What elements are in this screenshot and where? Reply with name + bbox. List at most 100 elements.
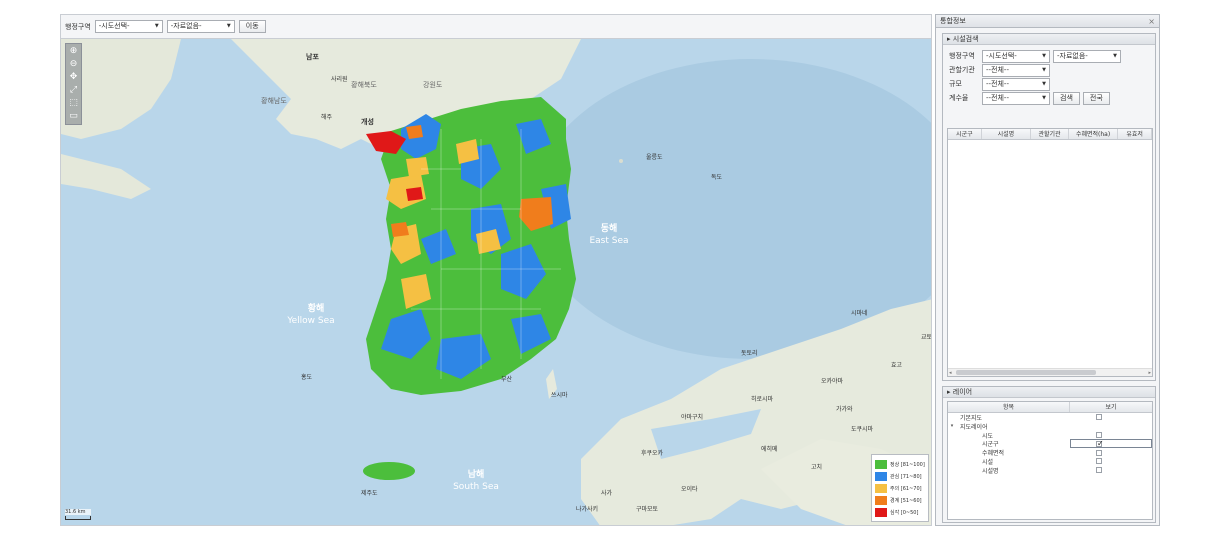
layer-row-facility-name[interactable]: 시설명 — [948, 466, 1152, 475]
form-row-scale: 규모 --전체-- ▼ — [949, 77, 1050, 91]
layer-checkbox[interactable] — [1096, 414, 1102, 421]
column-header[interactable]: 유효저 — [1118, 129, 1152, 139]
scrollbar-thumb[interactable] — [956, 370, 1096, 375]
haeju-label: 해주 — [321, 113, 333, 121]
layer-checkbox[interactable] — [1096, 449, 1102, 456]
agency-select[interactable]: --전체-- ▼ — [982, 63, 1050, 77]
form-row-index: 계수율 --전체-- ▼ 검색 전국 — [949, 91, 1110, 105]
result-table[interactable]: 시군구 시설명 관할기관 수혜면적(ha) 유효저 ◂ ▸ — [947, 128, 1153, 377]
close-icon[interactable]: × — [1148, 17, 1155, 26]
zoom-out-icon[interactable]: ⊖ — [66, 58, 81, 71]
column-header[interactable]: 시설명 — [982, 129, 1032, 139]
layer-name: 수혜면적 — [982, 450, 1005, 458]
map-toolbox: ⊕ ⊖ ✥ ⤢ ⬚ ▭ — [65, 43, 82, 125]
layer-checkbox[interactable] — [1096, 431, 1102, 438]
dokdo-label: 독도 — [711, 174, 723, 181]
japan-label-9: 나가사키 — [576, 505, 598, 513]
legend-swatch — [875, 495, 887, 505]
scale-bar: 31.6 km — [65, 509, 91, 520]
yellow-sea-kr-label: 황해 — [308, 302, 325, 314]
full-extent-icon[interactable]: ⤢ — [66, 84, 81, 97]
legend-item: 관심 [71~80] — [875, 470, 925, 482]
move-button[interactable]: 이동 — [238, 20, 266, 33]
scroll-left-icon[interactable]: ◂ — [949, 369, 952, 376]
layer-checkbox-checked[interactable]: ✓ — [1096, 439, 1104, 447]
pan-icon[interactable]: ✥ — [66, 71, 81, 84]
column-header[interactable]: 관할기관 — [1031, 129, 1069, 139]
search-button[interactable]: 검색 — [1053, 91, 1080, 105]
legend-label: 심각 [0~50] — [890, 509, 919, 516]
map-canvas[interactable]: 황해 Yellow Sea 동해 East Sea 남해 South Sea 강… — [61, 39, 932, 526]
legend-label: 정상 [81~100] — [890, 461, 925, 468]
panel-sido-select[interactable]: -시도선택- ▼ — [982, 49, 1050, 63]
chevron-down-icon: ▼ — [1113, 52, 1117, 59]
japan-label-10: 오이타 — [681, 485, 698, 493]
layer-box: ▸ 레이어 항목 보기 기본지도 ▾ 지도레이어 시도 시군구 ✓ 수혜면적 시… — [942, 386, 1156, 523]
jejudo-label: 제주도 — [361, 489, 378, 497]
jeju-island[interactable] — [363, 462, 415, 480]
form-row-agency: 관할기관 --전체-- ▼ — [949, 63, 1050, 77]
east-sea-kr-label: 동해 — [601, 222, 618, 234]
layer-row-map-layers[interactable]: ▾ 지도레이어 — [948, 422, 1152, 431]
layer-checkbox[interactable] — [1096, 467, 1102, 474]
region-label: 행정구역 — [949, 52, 975, 60]
sido-select[interactable]: -시도선택- ▼ — [94, 20, 163, 33]
scale-text: 31.6 km — [65, 509, 91, 515]
panel-sigungu-select[interactable]: -자료없음- ▼ — [1053, 49, 1121, 63]
legend-swatch — [875, 507, 887, 517]
map-container[interactable]: 행정구역 -시도선택- ▼ -자료없음- ▼ 이동 황해 Yellow Sea … — [60, 14, 932, 526]
legend-swatch — [875, 483, 887, 493]
hwanghae-south-label: 황해남도 — [261, 96, 287, 105]
east-sea-en-label: East Sea — [589, 236, 628, 246]
region-severe[interactable] — [406, 187, 423, 201]
layer-row-sigungu[interactable]: 시군구 ✓ — [948, 439, 1152, 449]
nampo-label: 남포 — [306, 52, 319, 61]
chevron-down-icon: ▼ — [226, 23, 231, 29]
legend-label: 주의 [61~70] — [890, 485, 922, 492]
layer-row-sido[interactable]: 시도 — [948, 431, 1152, 440]
layer-table: 항목 보기 기본지도 ▾ 지도레이어 시도 시군구 ✓ 수혜면적 시설 시설명 — [947, 401, 1153, 520]
column-header: 보기 — [1105, 404, 1117, 411]
column-header[interactable]: 시군구 — [948, 129, 982, 139]
japan-label-12: 도쿠시마 — [851, 425, 874, 433]
scale-select[interactable]: --전체-- ▼ — [982, 77, 1050, 91]
layer-checkbox[interactable] — [1096, 458, 1102, 465]
region-label: 행정구역 — [65, 22, 91, 31]
column-header[interactable]: 수혜면적(ha) — [1069, 129, 1119, 139]
japan-label-2: 돗토리 — [741, 349, 758, 357]
layer-section-header[interactable]: ▸ 레이어 — [943, 387, 1155, 398]
legend-item: 경계 [51~60] — [875, 494, 925, 506]
legend-label: 경계 [51~60] — [890, 497, 922, 504]
layer-row-facility[interactable]: 시설 — [948, 457, 1152, 466]
column-header: 항목 — [948, 402, 1070, 412]
zoom-in-icon[interactable]: ⊕ — [66, 45, 81, 58]
index-select[interactable]: --전체-- ▼ — [982, 91, 1050, 105]
region-alert[interactable] — [391, 222, 409, 237]
nationwide-button[interactable]: 전국 — [1082, 91, 1110, 105]
layer-name: 기본지도 — [960, 414, 983, 422]
form-row-region: 행정구역 -시도선택- ▼ -자료없음- ▼ — [949, 49, 1121, 63]
selected-cell — [1070, 439, 1152, 449]
japan-label-8: 구마모토 — [636, 505, 659, 513]
layer-row-benefit-area[interactable]: 수혜면적 — [948, 448, 1152, 457]
scale-line — [65, 516, 91, 520]
sigungu-select[interactable]: -자료없음- ▼ — [166, 20, 235, 33]
facility-section-header[interactable]: ▸ 시설검색 — [943, 34, 1155, 45]
map-legend: 정상 [81~100] 관심 [71~80] 주의 [61~70] 경계 [51… — [871, 454, 929, 522]
layer-name: 지도레이어 — [960, 423, 988, 431]
japan-label-13: 가가와 — [836, 405, 853, 413]
japan-label-3: 오카야마 — [821, 377, 844, 385]
sariwon-label: 사리원 — [331, 75, 348, 83]
horizontal-scrollbar[interactable]: ◂ ▸ — [948, 368, 1152, 376]
south-sea-en-label: South Sea — [453, 482, 499, 492]
region-alert[interactable] — [406, 125, 423, 139]
region-caution[interactable] — [406, 157, 429, 177]
select-icon[interactable]: ⬚ — [66, 97, 81, 110]
scroll-right-icon[interactable]: ▸ — [1148, 369, 1151, 376]
japan-label-11: 에히메 — [761, 445, 778, 453]
legend-item: 심각 [0~50] — [875, 506, 925, 518]
measure-icon[interactable]: ▭ — [66, 110, 81, 123]
collapse-icon[interactable]: ▾ — [948, 423, 956, 429]
layer-row-basemap[interactable]: 기본지도 — [948, 413, 1152, 422]
layer-name: 시도 — [982, 432, 994, 440]
